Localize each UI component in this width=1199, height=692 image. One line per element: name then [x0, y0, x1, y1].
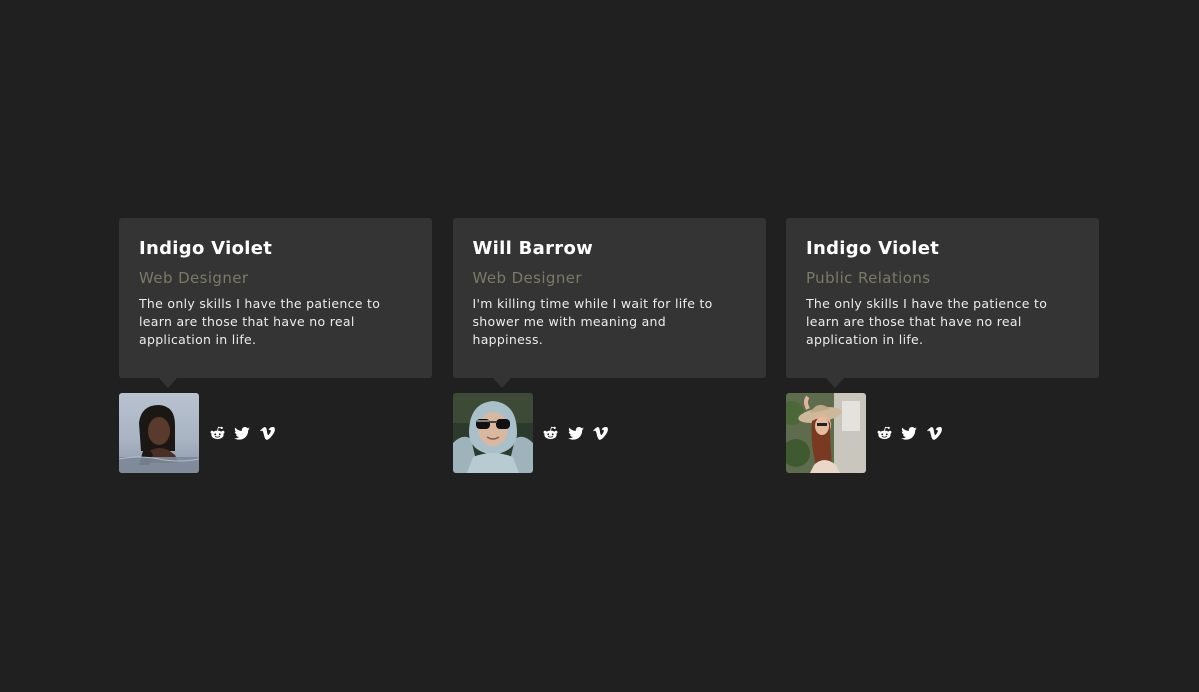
- member-name: Indigo Violet: [139, 238, 273, 259]
- vimeo-icon[interactable]: [926, 425, 942, 441]
- member-footer: [119, 393, 432, 473]
- reddit-icon[interactable]: [543, 425, 559, 441]
- member-name: Will Barrow: [472, 238, 594, 259]
- reddit-icon[interactable]: [876, 425, 892, 441]
- twitter-icon[interactable]: [567, 425, 584, 441]
- member-bio: I'm killing time while I wait for life t…: [472, 296, 713, 347]
- social-links: [876, 425, 942, 441]
- member-bio: The only skills I have the patience to l…: [139, 296, 381, 347]
- member-name: Indigo Violet: [806, 238, 940, 259]
- member-bio-bubble: Indigo Violet Public Relations The only …: [786, 218, 1099, 388]
- member-avatar: [786, 393, 866, 473]
- social-links: [209, 425, 275, 441]
- vimeo-icon[interactable]: [259, 425, 275, 441]
- member-footer: [786, 393, 1099, 473]
- member-bio-bubble: Indigo Violet Web Designer The only skil…: [119, 218, 432, 388]
- vimeo-icon[interactable]: [593, 425, 609, 441]
- reddit-icon[interactable]: [209, 425, 225, 441]
- member-bio-bubble: Will Barrow Web Designer I'm killing tim…: [452, 218, 766, 388]
- team-member-card: Will Barrow Web Designer I'm killing tim…: [452, 218, 766, 473]
- member-avatar: [119, 393, 199, 473]
- member-avatar: [452, 393, 533, 473]
- twitter-icon[interactable]: [234, 425, 250, 441]
- twitter-icon[interactable]: [901, 425, 917, 441]
- member-role: Web Designer: [472, 269, 582, 287]
- member-role: Web Designer: [139, 269, 249, 287]
- team-member-card: Indigo Violet Web Designer The only skil…: [119, 218, 432, 473]
- social-links: [543, 425, 609, 441]
- team-member-card: Indigo Violet Public Relations The only …: [786, 218, 1099, 473]
- member-bio: The only skills I have the patience to l…: [806, 296, 1048, 347]
- member-footer: [452, 393, 766, 473]
- team-section: Indigo Violet Web Designer The only skil…: [119, 218, 1099, 473]
- member-role: Public Relations: [806, 269, 931, 287]
